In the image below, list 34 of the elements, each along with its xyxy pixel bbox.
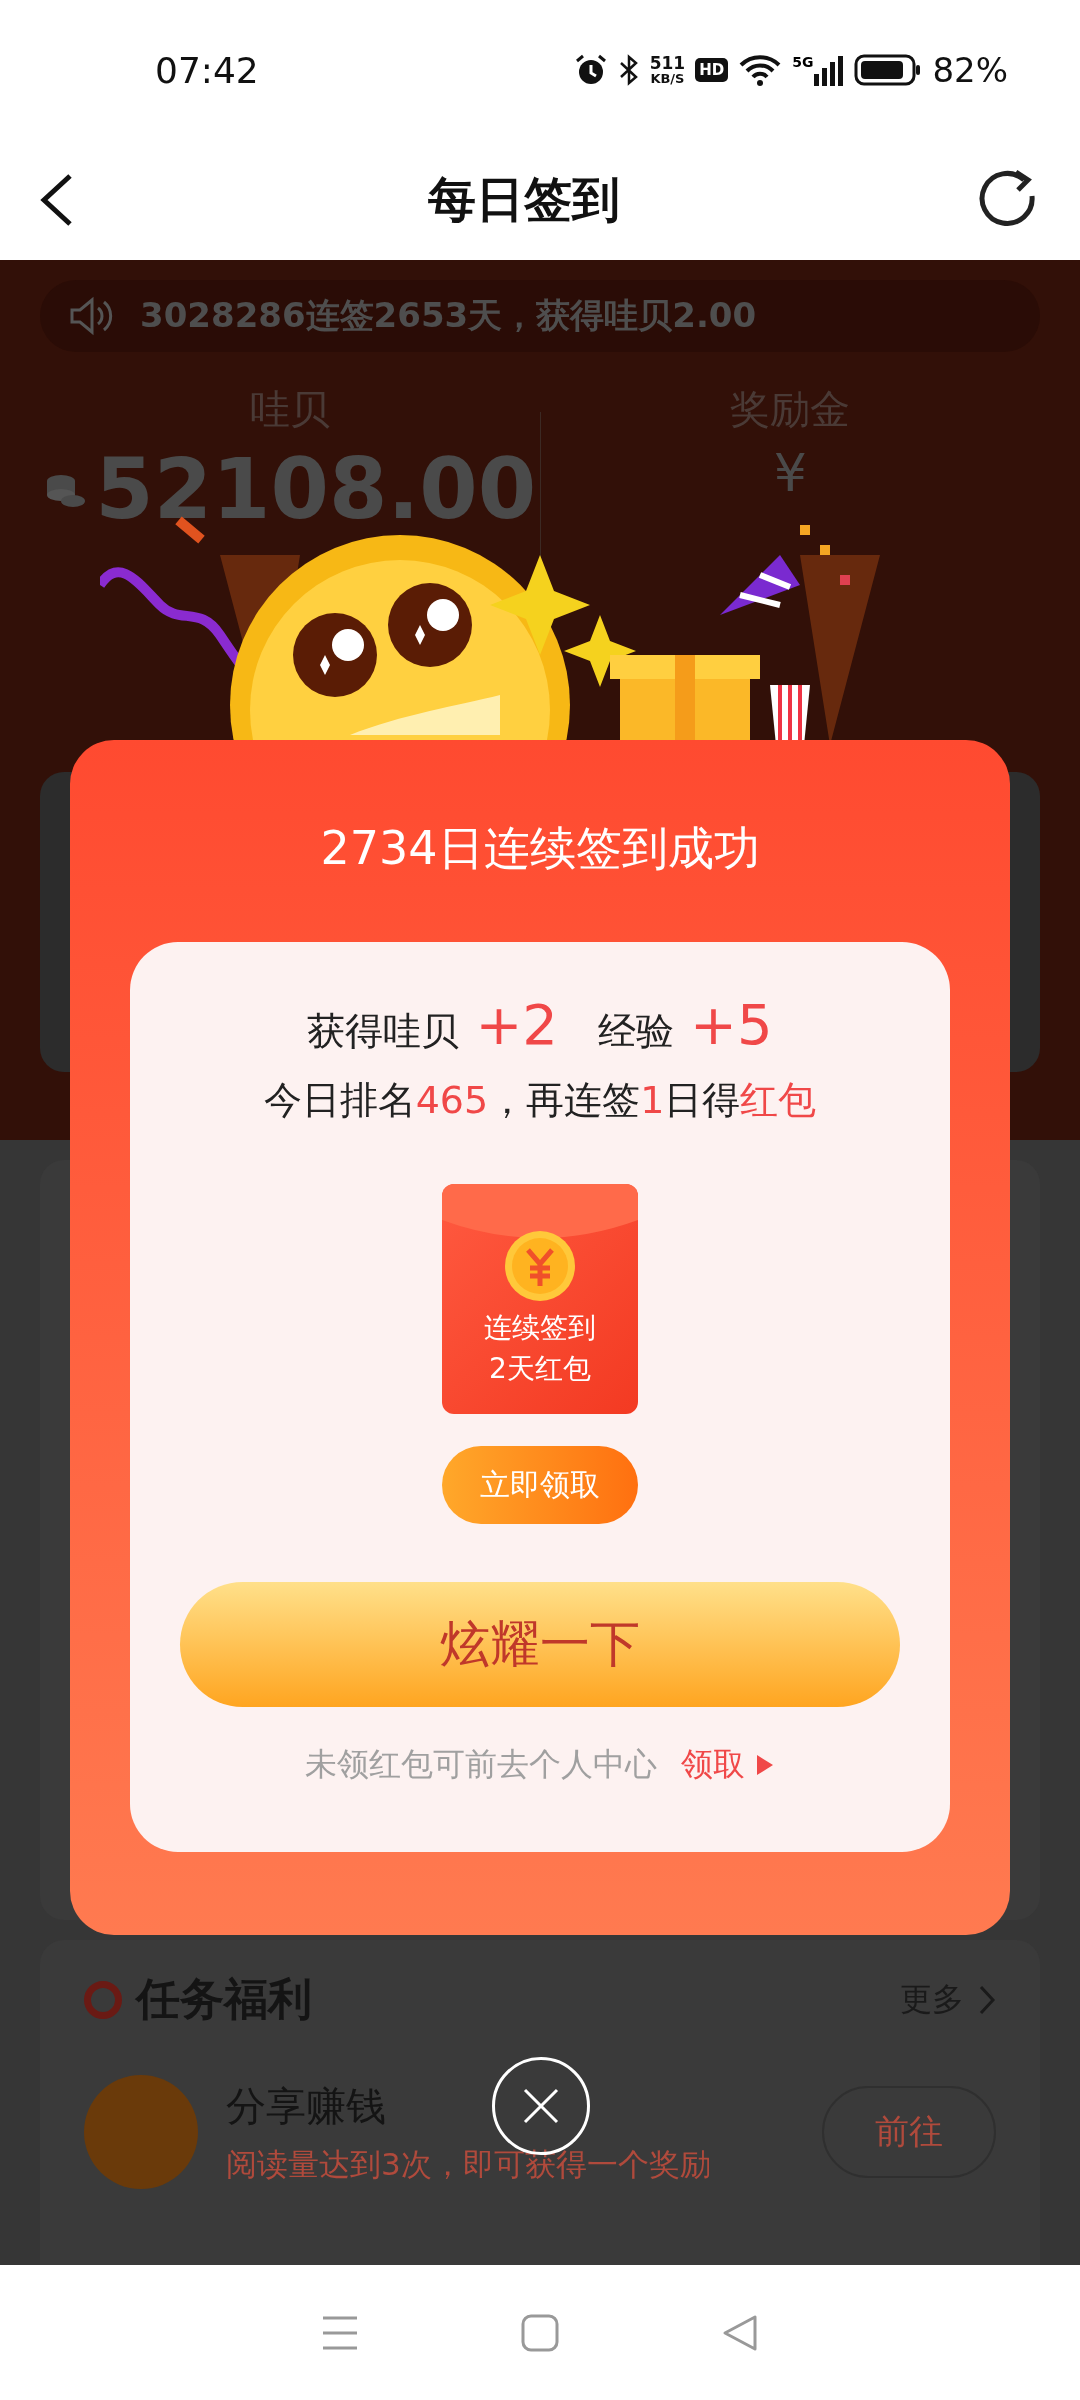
claim-link[interactable]: 领取 <box>681 1743 745 1787</box>
back-icon[interactable] <box>38 172 74 228</box>
net-speed-unit: KB/S <box>650 72 685 85</box>
speaker-icon <box>68 296 114 336</box>
battery-icon <box>854 54 923 86</box>
battery-percent: 82% <box>932 50 1008 90</box>
footer-note: 未领红包可前去个人中心 <box>305 1744 657 1785</box>
reward-amount: +5 <box>690 992 773 1057</box>
hd-badge: HD <box>695 58 729 82</box>
page-title: 每日签到 <box>428 170 620 229</box>
stat-value: 52108.00 <box>95 443 537 536</box>
go-button[interactable]: 前往 <box>822 2086 996 2178</box>
reward-amount: +2 <box>475 992 558 1057</box>
wifi-icon <box>738 53 783 87</box>
envelope-label: 连续签到 2天红包 <box>484 1310 596 1387</box>
close-icon[interactable] <box>521 2086 561 2126</box>
claim-button[interactable]: 立即领取 <box>442 1446 638 1524</box>
reward-label: 经验 <box>598 1008 674 1055</box>
dialog-title: 2734日连续签到成功 <box>320 820 760 877</box>
signal-icon <box>814 54 845 86</box>
play-arrow-icon[interactable] <box>755 1753 775 1777</box>
currency-sign: ¥ <box>773 443 807 503</box>
notice-text: 3028286连签2653天，获得哇贝2.00 <box>140 294 757 337</box>
section-dot-icon <box>84 1980 122 2019</box>
back-triangle-icon[interactable] <box>721 2313 759 2352</box>
alarm-icon <box>573 53 608 87</box>
yuan-coin-icon <box>504 1230 576 1302</box>
reward-label: 获得哇贝 <box>307 1008 460 1055</box>
show-off-button[interactable]: 炫耀一下 <box>180 1582 900 1707</box>
home-square-icon[interactable] <box>521 2313 559 2352</box>
rank-text: 今日排名465，再连签1日得红包 <box>263 1077 817 1124</box>
net-speed-value: 511 <box>649 55 686 72</box>
status-time: 07:42 <box>155 49 259 91</box>
network-type: 5G <box>792 54 814 70</box>
